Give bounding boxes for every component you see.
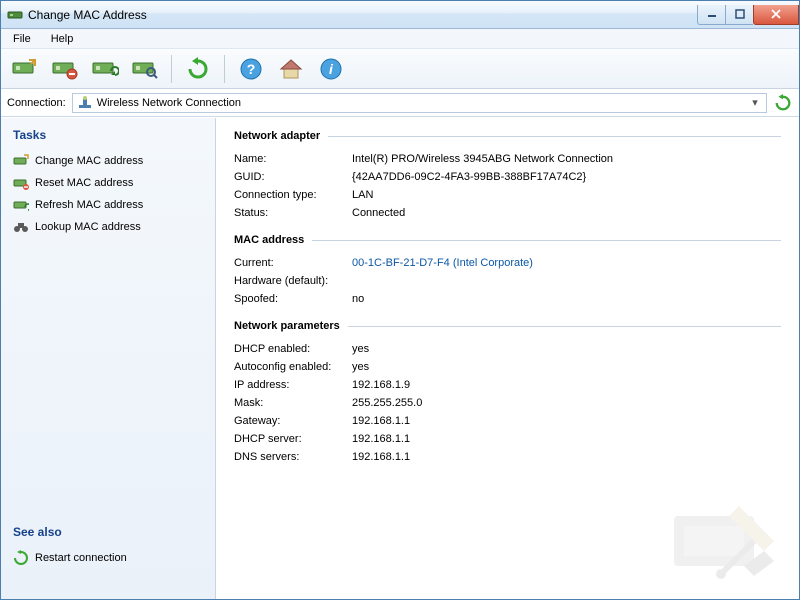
net-dns-value: 192.168.1.1	[352, 451, 410, 463]
adapter-guid-label: GUID:	[234, 171, 352, 183]
toolbar-refresh-mac-button[interactable]	[87, 53, 123, 85]
svg-text:?: ?	[247, 61, 256, 77]
rule	[348, 326, 781, 327]
task-reset-mac[interactable]: Reset MAC address	[7, 172, 209, 194]
toolbar-separator	[171, 55, 172, 83]
titlebar[interactable]: Change MAC Address	[1, 1, 799, 29]
toolbar-about-button[interactable]: i	[313, 53, 349, 85]
net-mask-value: 255.255.255.0	[352, 397, 422, 409]
section-mac-title: MAC address	[234, 234, 304, 246]
connection-refresh-button[interactable]	[773, 93, 793, 113]
maximize-button[interactable]	[725, 5, 753, 25]
menu-help[interactable]: Help	[45, 31, 80, 47]
toolbar-reset-mac-button[interactable]	[47, 53, 83, 85]
net-autoconfig-value: yes	[352, 361, 369, 373]
connection-value: Wireless Network Connection	[97, 97, 748, 109]
close-button[interactable]	[753, 5, 799, 25]
sidebar-seealso: See also Restart connection	[7, 525, 209, 569]
app-window: Change MAC Address File Help ?	[0, 0, 800, 600]
adapter-status-value: Connected	[352, 207, 405, 219]
mac-spoofed-value: no	[352, 293, 364, 305]
connection-bar: Connection: Wireless Network Connection …	[1, 89, 799, 117]
adapter-name-label: Name:	[234, 153, 352, 165]
restart-connection[interactable]: Restart connection	[7, 547, 209, 569]
toolbar: ? i	[1, 49, 799, 89]
adapter-name-value: Intel(R) PRO/Wireless 3945ABG Network Co…	[352, 153, 613, 165]
net-dhcpserver-label: DHCP server:	[234, 433, 352, 445]
dropdown-arrow-icon: ▾	[748, 96, 762, 109]
adapter-guid-value: {42AA7DD6-09C2-4FA3-99BB-388BF17A74C2}	[352, 171, 586, 183]
mac-spoofed-label: Spoofed:	[234, 293, 352, 305]
section-adapter-title: Network adapter	[234, 130, 320, 142]
task-label: Refresh MAC address	[35, 199, 143, 211]
tasks-title: Tasks	[7, 128, 209, 142]
restart-label: Restart connection	[35, 552, 127, 564]
task-refresh-mac[interactable]: Refresh MAC address	[7, 194, 209, 216]
rule	[328, 136, 781, 137]
net-dhcp-value: yes	[352, 343, 369, 355]
net-ip-label: IP address:	[234, 379, 352, 391]
task-label: Reset MAC address	[35, 177, 133, 189]
toolbar-refresh-button[interactable]	[180, 53, 216, 85]
net-gateway-value: 192.168.1.1	[352, 415, 410, 427]
body: Tasks Change MAC address Reset MAC addre…	[1, 117, 799, 599]
adapter-conntype-label: Connection type:	[234, 189, 352, 201]
toolbar-lookup-button[interactable]	[127, 53, 163, 85]
network-card-edit-icon	[13, 153, 29, 169]
connection-dropdown[interactable]: Wireless Network Connection ▾	[72, 93, 767, 113]
sidebar-tasks: Tasks Change MAC address Reset MAC addre…	[7, 128, 209, 238]
menubar: File Help	[1, 29, 799, 49]
net-dns-label: DNS servers:	[234, 451, 352, 463]
watermark-icon	[669, 486, 789, 589]
menu-file[interactable]: File	[7, 31, 37, 47]
toolbar-separator	[224, 55, 225, 83]
toolbar-help-button[interactable]: ?	[233, 53, 269, 85]
adapter-conntype-value: LAN	[352, 189, 373, 201]
window-controls	[697, 5, 799, 25]
net-dhcp-label: DHCP enabled:	[234, 343, 352, 355]
net-ip-value: 192.168.1.9	[352, 379, 410, 391]
task-label: Lookup MAC address	[35, 221, 141, 233]
binoculars-icon	[13, 219, 29, 235]
mac-hardware-label: Hardware (default):	[234, 275, 352, 287]
net-gateway-label: Gateway:	[234, 415, 352, 427]
section-net-title: Network parameters	[234, 320, 340, 332]
connection-label: Connection:	[7, 97, 66, 109]
network-icon	[77, 95, 93, 111]
net-dhcpserver-value: 192.168.1.1	[352, 433, 410, 445]
app-icon	[7, 7, 23, 23]
mac-current-value[interactable]: 00-1C-BF-21-D7-F4 (Intel Corporate)	[352, 257, 533, 269]
toolbar-home-button[interactable]	[273, 53, 309, 85]
network-card-reset-icon	[13, 175, 29, 191]
adapter-status-label: Status:	[234, 207, 352, 219]
minimize-button[interactable]	[697, 5, 725, 25]
net-autoconfig-label: Autoconfig enabled:	[234, 361, 352, 373]
task-lookup-mac[interactable]: Lookup MAC address	[7, 216, 209, 238]
seealso-title: See also	[7, 525, 209, 539]
toolbar-change-mac-button[interactable]	[7, 53, 43, 85]
net-mask-label: Mask:	[234, 397, 352, 409]
rule	[312, 240, 781, 241]
task-label: Change MAC address	[35, 155, 143, 167]
network-card-refresh-icon	[13, 197, 29, 213]
mac-current-label: Current:	[234, 257, 352, 269]
refresh-icon	[13, 550, 29, 566]
content-panel: Network adapter Name:Intel(R) PRO/Wirele…	[216, 118, 799, 599]
task-change-mac[interactable]: Change MAC address	[7, 150, 209, 172]
window-title: Change MAC Address	[28, 8, 697, 22]
sidebar: Tasks Change MAC address Reset MAC addre…	[1, 118, 216, 599]
